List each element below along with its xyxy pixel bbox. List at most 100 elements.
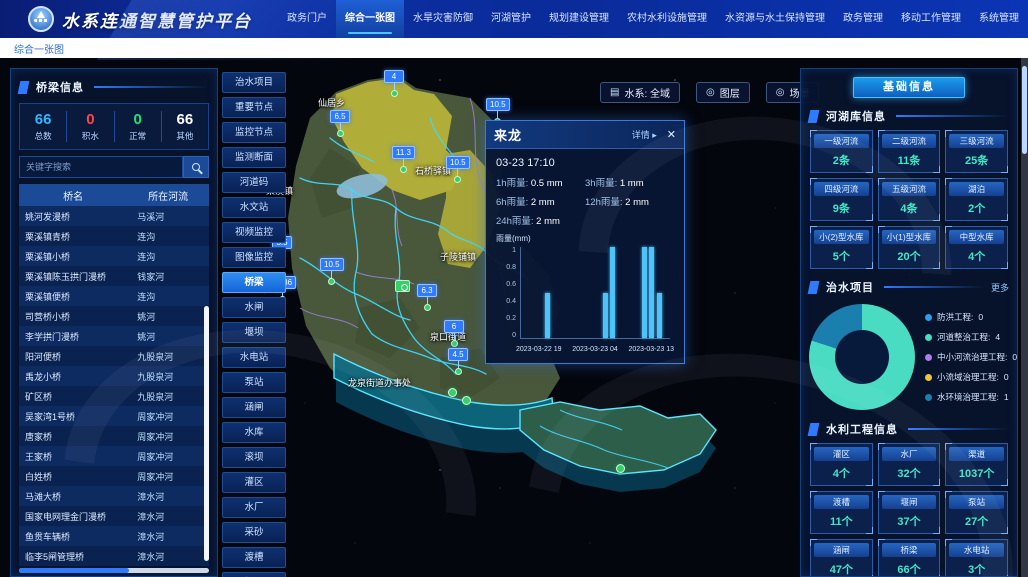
- layer-menu-item[interactable]: 涵闸: [222, 397, 286, 418]
- table-row[interactable]: 唐家桥 周家冲河: [19, 426, 209, 446]
- close-icon[interactable]: ✕: [667, 128, 676, 141]
- layer-menu-item[interactable]: 治水项目: [222, 72, 286, 93]
- station-marker[interactable]: 6.3: [417, 284, 437, 311]
- layer-menu-item[interactable]: 泵站: [222, 372, 286, 393]
- map-pin-icon[interactable]: [616, 464, 625, 473]
- map-pin-icon[interactable]: [448, 388, 457, 397]
- table-row[interactable]: 马滩大桥 漳水河: [19, 486, 209, 506]
- layer-menu-item[interactable]: 灌区: [222, 472, 286, 493]
- layer-menu-item[interactable]: 堰闸: [222, 572, 286, 577]
- table-vertical-scrollbar[interactable]: [204, 306, 209, 561]
- stat-tile[interactable]: 水厂 32个: [878, 443, 941, 486]
- layer-menu-item[interactable]: 水库: [222, 422, 286, 443]
- nav-tab[interactable]: 农村水利设施管理: [618, 0, 716, 38]
- stat-tile[interactable]: 一级河流 2条: [810, 130, 873, 173]
- stat-tile[interactable]: 灌区 4个: [810, 443, 873, 486]
- layer-menu-item[interactable]: 视频监控: [222, 222, 286, 243]
- nav-tab[interactable]: 系统管理: [970, 0, 1028, 38]
- station-marker[interactable]: 11.3: [392, 146, 415, 173]
- breadcrumb-link[interactable]: 综合一张图: [14, 41, 64, 56]
- page-scrollbar[interactable]: [1021, 58, 1028, 577]
- scrollbar-thumb[interactable]: [1022, 66, 1027, 154]
- table-row[interactable]: 李学拱门漫桥 姚河: [19, 326, 209, 346]
- nav-tab[interactable]: 移动工作管理: [892, 0, 970, 38]
- rainfall-bar[interactable]: [642, 247, 647, 338]
- stat-tile[interactable]: 小(2)型水库 5个: [810, 226, 873, 269]
- stat-tile[interactable]: 湖泊 2个: [945, 178, 1008, 221]
- nav-tab[interactable]: 综合一张图: [336, 0, 404, 38]
- rainfall-bar[interactable]: [545, 293, 550, 339]
- table-row[interactable]: 栗溪镇青桥 连沟: [19, 226, 209, 246]
- rainfall-bar[interactable]: [610, 247, 615, 338]
- table-row[interactable]: 禹龙小桥 九股泉河: [19, 366, 209, 386]
- table-row[interactable]: 吴家湾1号桥 周家冲河: [19, 406, 209, 426]
- layer-menu-item[interactable]: 水电站: [222, 347, 286, 368]
- map-toolbar-button[interactable]: ◎ 图层: [696, 82, 750, 103]
- table-row[interactable]: 阳河便桥 九股泉河: [19, 346, 209, 366]
- rainfall-bar[interactable]: [649, 247, 654, 338]
- nav-tab[interactable]: 水旱灾害防御: [404, 0, 482, 38]
- water-level-badge[interactable]: 4.5: [448, 348, 468, 361]
- table-row[interactable]: 姚河发漫桥 马溪河: [19, 206, 209, 226]
- layer-menu-item[interactable]: 重要节点: [222, 97, 286, 118]
- water-level-badge[interactable]: 4: [384, 70, 404, 83]
- station-marker[interactable]: 10.5: [320, 258, 344, 285]
- map-pin-icon[interactable]: [462, 396, 471, 405]
- layer-menu-item[interactable]: 水厂: [222, 497, 286, 518]
- nav-tab[interactable]: 河湖管护: [482, 0, 540, 38]
- search-input[interactable]: [19, 156, 183, 178]
- water-level-badge[interactable]: 11.3: [392, 146, 415, 159]
- station-marker[interactable]: 4.5: [448, 348, 468, 375]
- layer-menu-item[interactable]: 河道码: [222, 172, 286, 193]
- layer-menu-item[interactable]: 监控节点: [222, 122, 286, 143]
- layer-menu-item[interactable]: 水文站: [222, 197, 286, 218]
- table-row[interactable]: 白姓桥 周家冲河: [19, 466, 209, 486]
- camera-marker-icon[interactable]: [395, 280, 410, 292]
- layer-menu-item[interactable]: 堰坝: [222, 322, 286, 343]
- table-row[interactable]: 鱼贯车辆桥 漳水河: [19, 526, 209, 546]
- station-marker[interactable]: 6.5: [330, 110, 350, 137]
- map-toolbar-button[interactable]: ▤ 水系: 全域: [600, 82, 680, 103]
- stat-tile[interactable]: 渠道 1037个: [945, 443, 1008, 486]
- layer-menu-item[interactable]: 监测断面: [222, 147, 286, 168]
- stat-tile[interactable]: 涵闸 47个: [810, 539, 873, 577]
- nav-tab[interactable]: 规划建设管理: [540, 0, 618, 38]
- table-row[interactable]: 临李5闸管理桥 漳水河: [19, 546, 209, 566]
- water-level-badge[interactable]: 10.5: [446, 156, 470, 169]
- table-row[interactable]: 栗溪镇便桥 连沟: [19, 286, 209, 306]
- rainfall-bar[interactable]: [657, 293, 662, 339]
- stat-tile[interactable]: 三级河流 25条: [945, 130, 1008, 173]
- table-row[interactable]: 栗溪镇小桥 连沟: [19, 246, 209, 266]
- layer-menu-item[interactable]: 图像监控: [222, 247, 286, 268]
- table-horizontal-scrollbar[interactable]: [19, 568, 209, 573]
- stat-tile[interactable]: 中型水库 4个: [945, 226, 1008, 269]
- projects-more-link[interactable]: 更多: [991, 281, 1009, 294]
- water-level-badge[interactable]: 6.3: [417, 284, 437, 297]
- stat-tile[interactable]: 二级河流 11条: [878, 130, 941, 173]
- stat-tile[interactable]: 四级河流 9条: [810, 178, 873, 221]
- base-info-button[interactable]: 基础信息: [853, 77, 965, 98]
- popup-detail-link[interactable]: 详情 ▸: [632, 128, 657, 141]
- table-row[interactable]: 司营桥小桥 姚河: [19, 306, 209, 326]
- table-row[interactable]: 王家桥 周家冲河: [19, 446, 209, 466]
- nav-tab[interactable]: 政务管理: [834, 0, 892, 38]
- layer-menu-item[interactable]: 滚坝: [222, 447, 286, 468]
- table-row[interactable]: 国家电网理金门漫桥 漳水河: [19, 506, 209, 526]
- layer-menu-item[interactable]: 桥梁: [222, 272, 286, 293]
- search-button[interactable]: [183, 156, 209, 178]
- stat-tile[interactable]: 五级河流 4条: [878, 178, 941, 221]
- water-level-badge[interactable]: 10.5: [320, 258, 344, 271]
- layer-menu-item[interactable]: 采砂: [222, 522, 286, 543]
- water-level-badge[interactable]: 6.5: [330, 110, 350, 123]
- nav-tab[interactable]: 水资源与水土保持管理: [716, 0, 834, 38]
- stat-tile[interactable]: 渡槽 11个: [810, 491, 873, 534]
- stat-tile[interactable]: 堰闸 37个: [878, 491, 941, 534]
- layer-menu-item[interactable]: 渡槽: [222, 547, 286, 568]
- layer-menu-item[interactable]: 水闸: [222, 297, 286, 318]
- stat-tile[interactable]: 水电站 3个: [945, 539, 1008, 577]
- station-marker[interactable]: 6: [444, 320, 464, 347]
- water-level-badge[interactable]: 10.5: [486, 98, 510, 111]
- nav-tab[interactable]: 政务门户: [278, 0, 336, 38]
- rainfall-bar[interactable]: [603, 293, 608, 339]
- table-row[interactable]: 栗溪镇陈玉拱门漫桥 钱家河: [19, 266, 209, 286]
